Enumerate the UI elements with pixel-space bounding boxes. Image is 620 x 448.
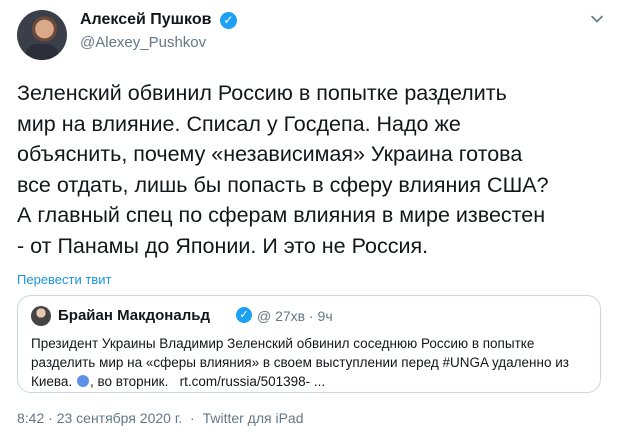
tweet-text: Зеленский обвинил Россию в попытке разде… — [17, 81, 549, 258]
tweet-datetime[interactable]: 8:42 · 23 сентября 2020 г. — [17, 410, 182, 426]
quoted-tweet[interactable]: Брайан Макдональд ✓ @ 27хв · 9ч Президен… — [17, 295, 601, 393]
un-emblem-icon — [76, 375, 89, 387]
quoted-author-name[interactable]: Брайан Макдональд — [58, 307, 210, 324]
author-name[interactable]: Алексей Пушков — [80, 11, 211, 29]
quoted-verified-badge-icon: ✓ — [236, 307, 252, 323]
quoted-text: Президент Украины Владимир Зеленский обв… — [31, 334, 591, 391]
quoted-meta: @ 27хв · 9ч — [257, 308, 333, 324]
translate-tweet-link[interactable]: Перевести твит — [17, 272, 111, 287]
avatar-figure — [25, 44, 59, 60]
author-header: Алексей Пушков ✓ — [80, 11, 237, 29]
quoted-link[interactable]: rt.com/russia/501398- ... — [180, 374, 326, 389]
author-handle[interactable]: @Alexey_Pushkov — [80, 34, 206, 51]
verified-badge-icon: ✓ — [219, 11, 237, 29]
tweet-footer: 8:42 · 23 сентября 2020 г. · Twitter для… — [17, 410, 304, 426]
tweet-source[interactable]: Twitter для iPad — [203, 410, 304, 426]
quoted-text-tail: , во вторник. — [89, 374, 169, 389]
chevron-down-icon[interactable] — [590, 12, 604, 26]
author-avatar[interactable] — [17, 10, 67, 60]
tweet-card: Алексей Пушков ✓ @Alexey_Pushkov Зеленск… — [0, 0, 620, 448]
quoted-author-avatar[interactable] — [31, 306, 51, 326]
footer-separator: · — [190, 410, 195, 426]
